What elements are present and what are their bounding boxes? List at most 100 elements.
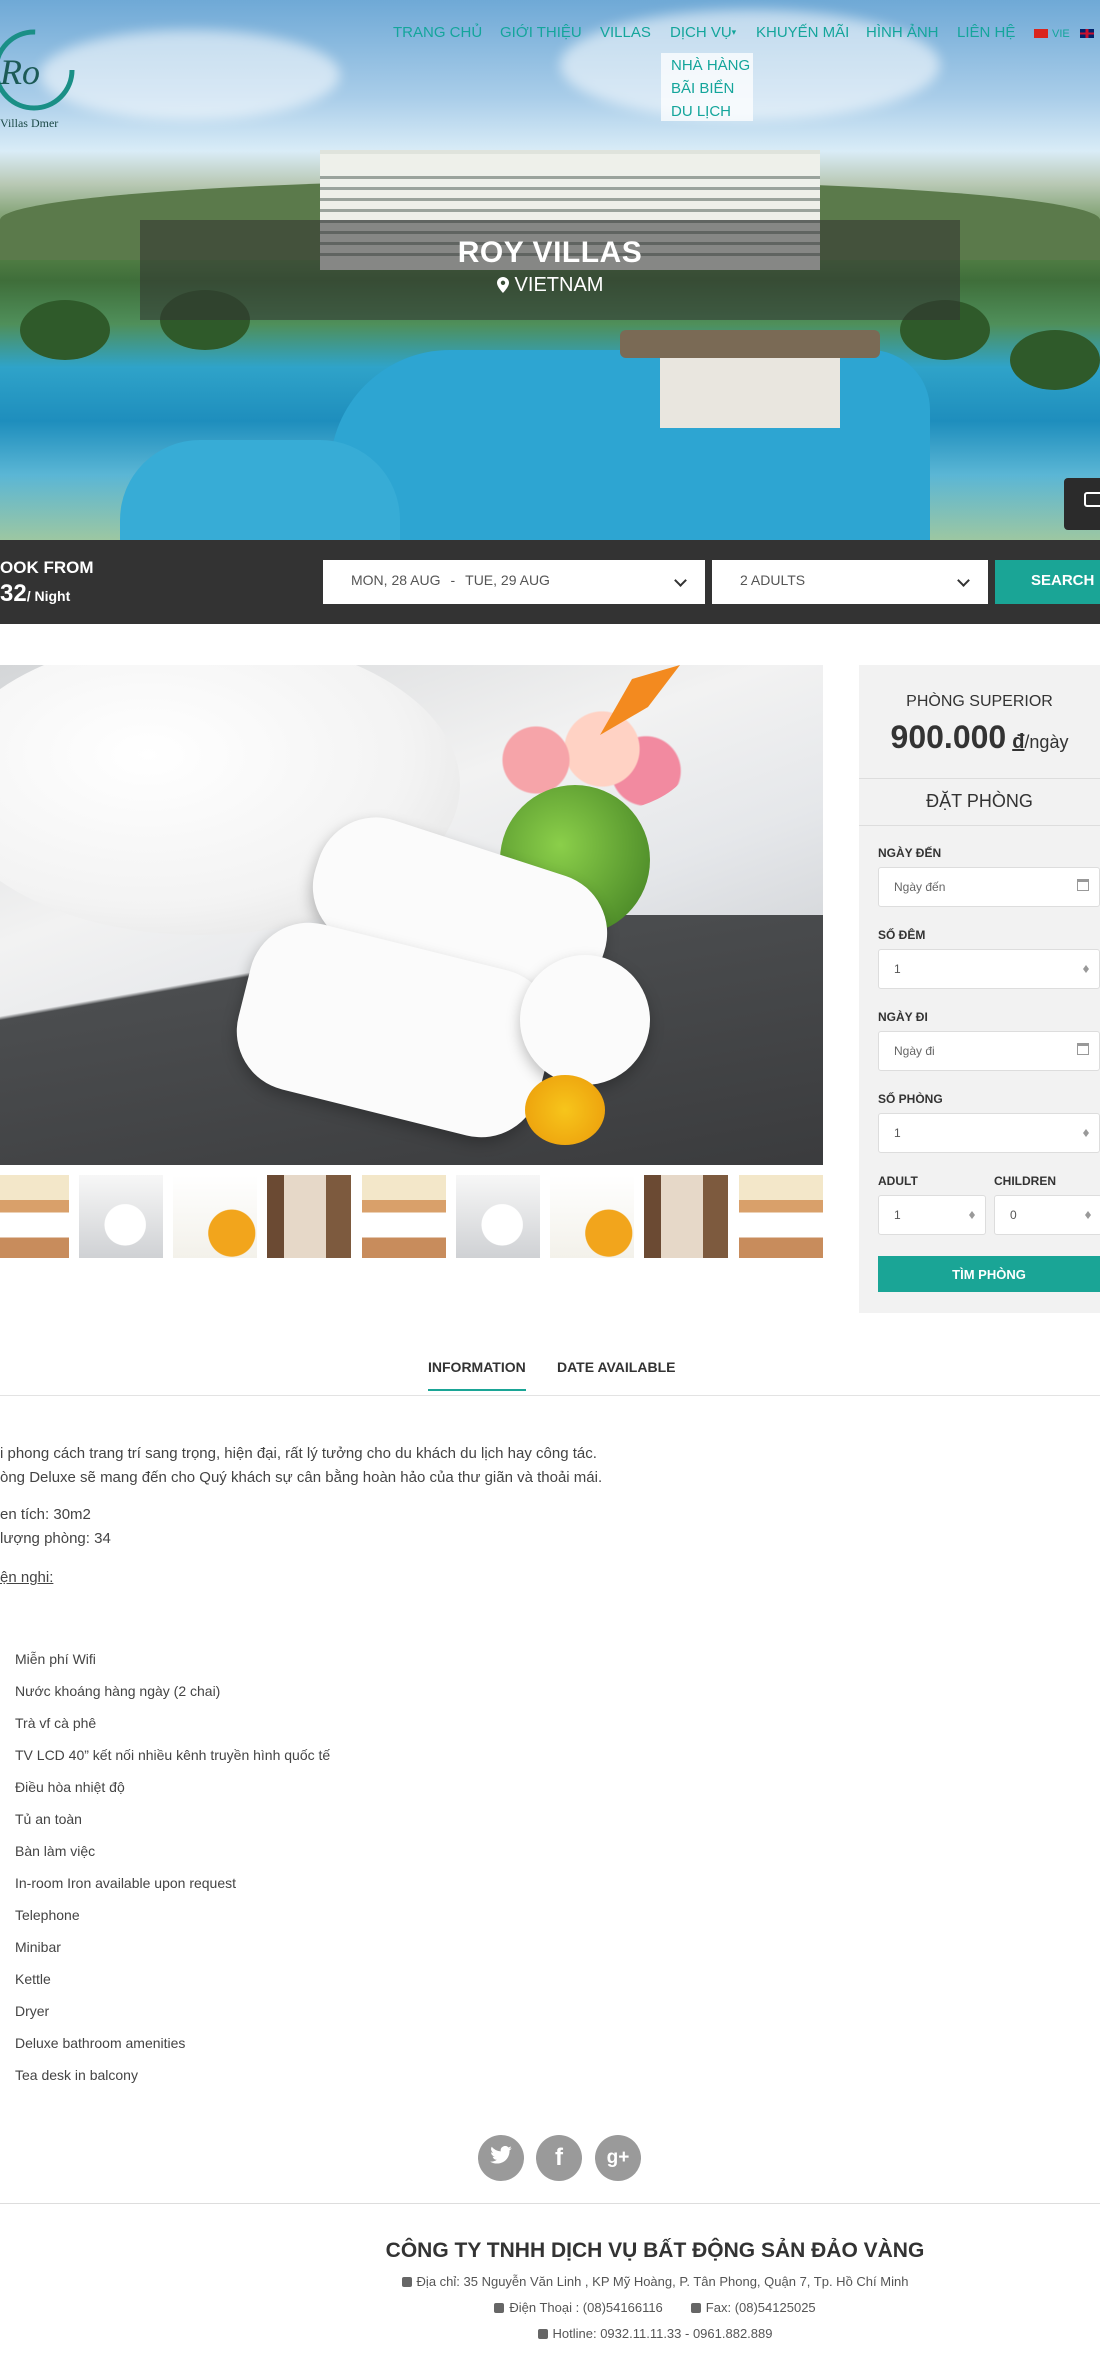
fax-icon (690, 2303, 701, 2313)
thumbnail[interactable] (739, 1175, 823, 1258)
search-button[interactable]: SEARCH (995, 560, 1100, 604)
adult-value: 1 (894, 1208, 901, 1222)
thumbnail[interactable] (79, 1175, 163, 1258)
footer-hotline-text: Hotline: 0932.11.11.33 - 0961.882.889 (552, 2326, 773, 2341)
dich-vu-submenu: NHÀ HÀNG BÃI BIỂN DU LỊCH (661, 53, 753, 121)
facebook-button[interactable]: f (536, 2135, 582, 2181)
adult-label: ADULT (878, 1174, 918, 1188)
adult-input[interactable]: 1 (878, 1195, 986, 1235)
lang-vie[interactable]: VIE (1034, 28, 1070, 40)
nav-dich-vu[interactable]: DỊCH VỤ▾ (670, 24, 736, 41)
book-from-price: 32/ Night (0, 580, 70, 608)
nights-label: SỐ ĐÊM (878, 928, 926, 942)
nav-trang-chu[interactable]: TRANG CHỦ (393, 24, 482, 41)
list-item: Trà vf cà phê (15, 1715, 97, 1731)
chevron-down-icon (957, 574, 970, 587)
children-value: 0 (1010, 1208, 1017, 1222)
company-name: CÔNG TY TNHH DỊCH VỤ BẤT ĐỘNG SẢN ĐẢO VÀ… (385, 2239, 925, 2262)
thumbnail[interactable] (267, 1175, 351, 1258)
footer-fax-text: Fax: (08)54125025 (705, 2300, 816, 2315)
phone-icon (494, 2303, 505, 2313)
tab-information[interactable]: INFORMATION (428, 1359, 526, 1391)
twitter-button[interactable] (478, 2135, 524, 2181)
calendar-icon (1077, 1043, 1089, 1055)
thumbnail[interactable] (456, 1175, 540, 1258)
guests-value: 2 ADULTS (740, 572, 806, 588)
arrive-label: NGÀY ĐẾN (878, 846, 942, 860)
list-item: Deluxe bathroom amenities (15, 2035, 186, 2051)
room-count-line: lượng phòng: 34 (0, 1530, 111, 1547)
submenu-bai-bien[interactable]: BÃI BIỂN (671, 80, 734, 97)
stepper-icon[interactable] (1083, 1126, 1089, 1140)
date-range-selector[interactable]: MON, 28 AUG - TUE, 29 AUG (323, 560, 705, 604)
google-plus-button[interactable]: g+ (595, 2135, 641, 2181)
room-main-photo (0, 665, 823, 1165)
list-item: TV LCD 40” kết nối nhiều kênh truyền hìn… (15, 1747, 331, 1763)
uk-flag-icon (1080, 29, 1094, 38)
caret-down-icon: ▾ (731, 27, 737, 37)
arrive-placeholder: Ngày đến (894, 880, 946, 894)
map-pin-icon (401, 2277, 412, 2287)
list-item: Nước khoáng hàng ngày (2 chai) (15, 1683, 221, 1699)
room-price-value: 900.000 (890, 719, 1007, 755)
hero-location-text: VIETNAM (514, 274, 604, 296)
gallery-camera-button[interactable] (1064, 478, 1100, 530)
hero-title: ROY VILLAS (457, 236, 643, 269)
book-from-label: OOK FROM (0, 558, 94, 577)
room-price: 900.000 đ/ngày (859, 719, 1100, 756)
thumbnail[interactable] (173, 1175, 257, 1258)
list-item: Điều hòa nhiệt độ (15, 1779, 125, 1795)
thumbnail[interactable] (0, 1175, 69, 1258)
map-pin-icon (496, 276, 509, 299)
find-room-button[interactable]: TÌM PHÒNG (878, 1256, 1100, 1292)
lang-vie-label: VIE (1052, 28, 1070, 40)
description-line: òng Deluxe sẽ mang đến cho Quý khách sự … (0, 1469, 603, 1486)
checkout-date: TUE, 29 AUG (465, 572, 550, 588)
list-item: Dryer (15, 2003, 50, 2019)
amenities-heading: ện nghi: (0, 1569, 54, 1586)
hero-photo: ROY VILLAS VIETNAM Ro Villas Dmer TRANG … (0, 0, 1100, 540)
book-price-value: 32 (0, 580, 27, 607)
submenu-du-lich[interactable]: DU LỊCH (671, 103, 731, 120)
list-item: Kettle (15, 1971, 51, 1987)
twitter-icon (490, 2145, 512, 2170)
arrive-date-input[interactable]: Ngày đến (878, 867, 1100, 907)
nav-villas[interactable]: VILLAS (600, 24, 651, 41)
depart-placeholder: Ngày đi (894, 1044, 935, 1058)
nav-khuyen-mai[interactable]: KHUYẾN MÃI (756, 24, 849, 41)
footer-divider (0, 2203, 1100, 2204)
footer-phone-text: Điện Thoại : (08)54166116 (509, 2300, 663, 2315)
nav-hinh-anh[interactable]: HÌNH ẢNH (866, 24, 939, 41)
list-item: Minibar (15, 1939, 61, 1955)
submenu-nha-hang[interactable]: NHÀ HÀNG (671, 57, 750, 74)
stepper-icon[interactable] (1085, 1208, 1091, 1222)
lang-eng[interactable] (1080, 28, 1098, 40)
nav-lien-he[interactable]: LIÊN HỆ (957, 24, 1015, 41)
list-item: Telephone (15, 1907, 80, 1923)
nights-input[interactable]: 1 (878, 949, 1100, 989)
nav-gioi-thieu[interactable]: GIỚI THIỆU (500, 24, 582, 41)
logo-text: Villas Dmer (0, 116, 59, 130)
tab-date-available[interactable]: DATE AVAILABLE (557, 1359, 675, 1389)
tabs-divider (0, 1395, 1100, 1396)
phone-icon (537, 2329, 548, 2339)
depart-label: NGÀY ĐI (878, 1010, 928, 1024)
thumbnail[interactable] (644, 1175, 728, 1258)
description-line: i phong cách trang trí sang trọng, hiện … (0, 1445, 597, 1462)
booking-form-title: ĐẶT PHÒNG (926, 791, 1033, 811)
guests-selector[interactable]: 2 ADULTS (712, 560, 988, 604)
list-item: Bàn làm việc (15, 1843, 96, 1859)
footer-address: Địa chỉ: 35 Nguyễn Văn Linh , KP Mỹ Hoàn… (0, 2274, 1100, 2289)
stepper-icon[interactable] (969, 1208, 975, 1222)
list-item: Miễn phí Wifi (15, 1651, 96, 1667)
thumbnail[interactable] (362, 1175, 446, 1258)
footer-phone-fax: Điện Thoại : (08)54166116 Fax: (08)541250… (0, 2300, 1100, 2315)
thumbnail[interactable] (550, 1175, 634, 1258)
rooms-label: SỐ PHÒNG (878, 1092, 943, 1106)
logo-mark: Ro (0, 52, 40, 92)
rooms-input[interactable]: 1 (878, 1113, 1100, 1153)
children-input[interactable]: 0 (994, 1195, 1100, 1235)
book-price-unit: / Night (26, 588, 71, 604)
depart-date-input[interactable]: Ngày đi (878, 1031, 1100, 1071)
stepper-icon[interactable] (1083, 962, 1089, 976)
